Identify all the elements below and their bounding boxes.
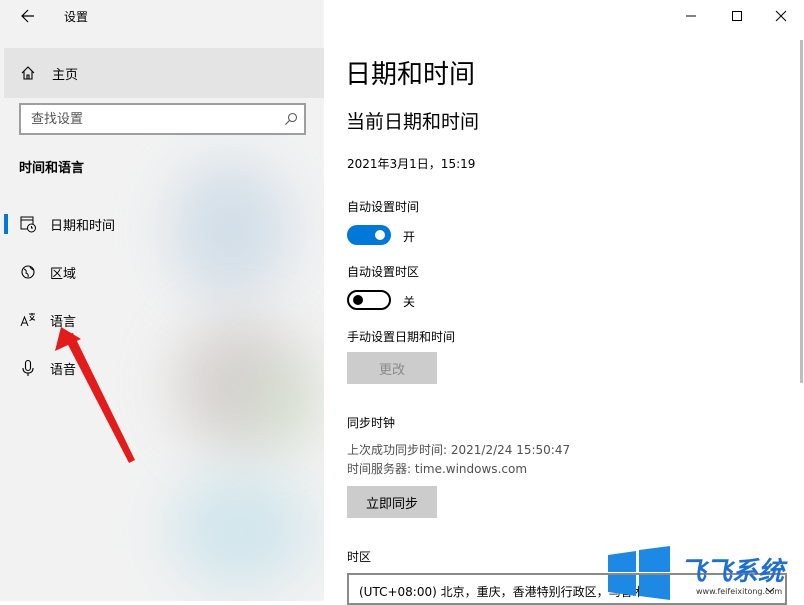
toggle-knob: [353, 295, 363, 305]
close-icon: [775, 10, 787, 22]
maximize-button[interactable]: [714, 4, 760, 28]
window-title: 设置: [64, 10, 89, 24]
language-icon: [20, 313, 36, 327]
auto-timezone-state: 关: [403, 295, 416, 309]
globe-region-icon: [21, 265, 35, 279]
sidebar-item-language[interactable]: 语言: [0, 296, 324, 344]
sidebar-item-region[interactable]: 区域: [0, 248, 324, 296]
back-button[interactable]: [16, 6, 38, 26]
watermark-url: www.feifeixitong.com: [696, 587, 783, 596]
sidebar: 设置 主页 时间和语言 日期和时间 区域: [0, 0, 324, 601]
time-server-text: 时间服务器: time.windows.com: [347, 462, 528, 476]
auto-time-state: 开: [403, 230, 416, 244]
scrollbar[interactable]: [800, 40, 803, 383]
home-label: 主页: [52, 68, 79, 83]
auto-time-label: 自动设置时间: [347, 200, 420, 214]
maximize-icon: [732, 11, 742, 21]
title-bar: 设置: [0, 0, 324, 32]
home-icon: [21, 66, 35, 80]
toggle-knob: [375, 230, 385, 240]
back-arrow-icon: [21, 9, 34, 23]
home-nav-item[interactable]: 主页: [4, 48, 324, 98]
page-title: 日期和时间: [345, 60, 476, 90]
red-arrow-annotation: [55, 327, 135, 463]
background-blur: [170, 470, 310, 590]
minimize-button[interactable]: [668, 4, 714, 28]
watermark: 飞飞系统 www.feifeixitong.com: [600, 545, 804, 601]
timezone-label: 时区: [347, 550, 372, 564]
main-content: 日期和时间 当前日期和时间 2021年3月1日，15:19 自动设置时间 开 自…: [324, 0, 804, 605]
sidebar-item-label: 日期和时间: [50, 219, 116, 234]
sidebar-item-speech[interactable]: 语音: [0, 344, 324, 392]
auto-time-toggle[interactable]: [347, 225, 391, 245]
search-box[interactable]: [19, 103, 306, 135]
search-input[interactable]: [21, 105, 281, 133]
section-title: 时间和语言: [19, 161, 85, 176]
auto-timezone-label: 自动设置时区: [347, 265, 420, 279]
current-datetime: 2021年3月1日，15:19: [347, 157, 476, 171]
auto-timezone-toggle[interactable]: [347, 290, 391, 310]
section-heading: 当前日期和时间: [346, 111, 480, 133]
sync-now-button[interactable]: 立即同步: [347, 486, 437, 518]
search-icon[interactable]: [284, 112, 298, 126]
calendar-clock-icon: [20, 216, 36, 233]
close-button[interactable]: [758, 4, 804, 28]
sidebar-item-label: 区域: [50, 267, 77, 282]
sidebar-item-date-time[interactable]: 日期和时间: [0, 200, 324, 248]
manual-datetime-label: 手动设置日期和时间: [347, 330, 456, 344]
last-sync-text: 上次成功同步时间: 2021/2/24 15:50:47: [347, 443, 571, 457]
minimize-icon: [686, 15, 696, 17]
watermark-text: 飞飞系统: [680, 557, 785, 587]
sync-clock-title: 同步时钟: [347, 416, 396, 430]
windows-logo-icon: [608, 546, 670, 600]
microphone-icon: [22, 359, 34, 376]
change-button[interactable]: 更改: [347, 352, 437, 384]
